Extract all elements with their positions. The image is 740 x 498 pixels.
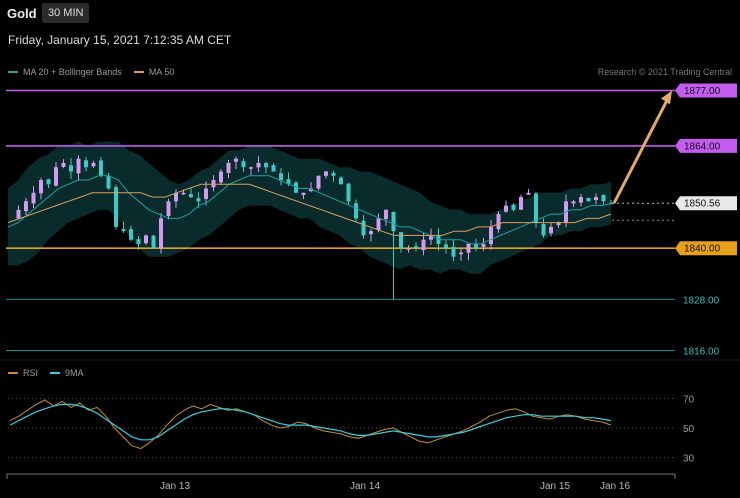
candle-body	[106, 175, 111, 189]
candle-body	[466, 243, 471, 253]
candle-body	[586, 197, 591, 202]
candle-body	[331, 172, 336, 176]
rsi-tick-label-70: 70	[683, 395, 695, 406]
candle-body	[181, 192, 186, 195]
level-label-1840.00: 1840.00	[684, 244, 721, 255]
candle-body	[384, 209, 388, 220]
candle-body	[24, 201, 28, 212]
candle-body	[526, 192, 531, 195]
x-tick-label-Jan-13: Jan 13	[160, 481, 190, 492]
level-label-1816.00: 1816.00	[683, 347, 720, 358]
candle-body	[279, 173, 283, 181]
candle-body	[271, 165, 276, 172]
candle-body	[159, 218, 163, 249]
candle-body	[316, 175, 321, 189]
candle-body	[234, 158, 238, 162]
candle-body	[39, 180, 43, 194]
candle-body	[69, 165, 73, 172]
candle-body	[511, 204, 516, 210]
candle-body	[594, 197, 598, 201]
candle-body	[256, 162, 261, 168]
candle-body	[241, 161, 246, 168]
candle-body	[376, 218, 381, 231]
candle-body	[534, 193, 538, 223]
candle-body	[166, 201, 171, 217]
candle-body	[324, 171, 328, 176]
candle-body	[204, 188, 208, 199]
candle-body	[406, 248, 411, 250]
candle-body	[369, 231, 373, 235]
candle-body	[196, 198, 201, 202]
level-label-1850.56: 1850.56	[684, 199, 721, 210]
x-tick-label-Jan-16: Jan 16	[600, 481, 630, 492]
projection-arrow-shaft	[612, 95, 671, 204]
candle-body	[579, 197, 583, 203]
candle-body	[451, 246, 456, 257]
candle-body	[444, 244, 448, 249]
candle-body	[144, 235, 148, 244]
candle-body	[31, 192, 36, 204]
candle-body	[496, 214, 501, 230]
candle-body	[61, 162, 66, 167]
candle-body	[354, 203, 358, 219]
candle-body	[481, 243, 486, 247]
candle-body	[76, 158, 81, 174]
candle-body	[264, 163, 268, 168]
candle-body	[361, 220, 366, 236]
candle-body	[601, 195, 606, 202]
candle-body	[99, 160, 103, 176]
candle-body	[549, 226, 553, 234]
level-label-1828.00: 1828.00	[683, 295, 720, 306]
candle-body	[84, 160, 88, 168]
rsi-tick-label-50: 50	[683, 424, 695, 435]
candle-body	[414, 246, 418, 249]
candle-body	[54, 167, 58, 186]
candle-body	[346, 183, 351, 202]
x-tick-label-Jan-14: Jan 14	[350, 481, 380, 492]
rsi-series-9ma-line	[9, 403, 612, 441]
candle-body	[571, 201, 576, 204]
candle-body	[226, 162, 231, 173]
candle-body	[16, 209, 21, 219]
candle-body	[459, 252, 463, 255]
candle-body	[421, 239, 426, 251]
candle-body	[189, 194, 193, 198]
candle-body	[301, 192, 306, 195]
candle-body	[489, 226, 493, 245]
rsi-series-rsi-line	[9, 399, 612, 450]
candle-body	[541, 223, 546, 236]
level-label-1864.00: 1864.00	[684, 141, 721, 152]
candle-body	[46, 179, 51, 185]
candle-body	[519, 197, 523, 210]
candle-body	[249, 167, 253, 169]
x-tick-label-Jan-15: Jan 15	[540, 481, 570, 492]
candle-body	[121, 229, 126, 232]
candle-body	[219, 171, 223, 183]
candle-body	[129, 229, 133, 240]
candle-body	[399, 232, 403, 249]
candle-body	[504, 205, 508, 212]
candle-body	[339, 177, 343, 185]
candle-body	[136, 239, 141, 244]
rsi-tick-label-30: 30	[683, 454, 695, 465]
chart-canvas[interactable]: 1877.00 1864.00 1850.56 1840.00 1828.00 1816.…	[0, 0, 740, 498]
level-label-1877.00: 1877.00	[684, 86, 721, 97]
candle-body	[391, 211, 396, 232]
candle-body	[211, 180, 216, 188]
candle-body	[91, 162, 96, 167]
candle-body	[151, 235, 156, 249]
